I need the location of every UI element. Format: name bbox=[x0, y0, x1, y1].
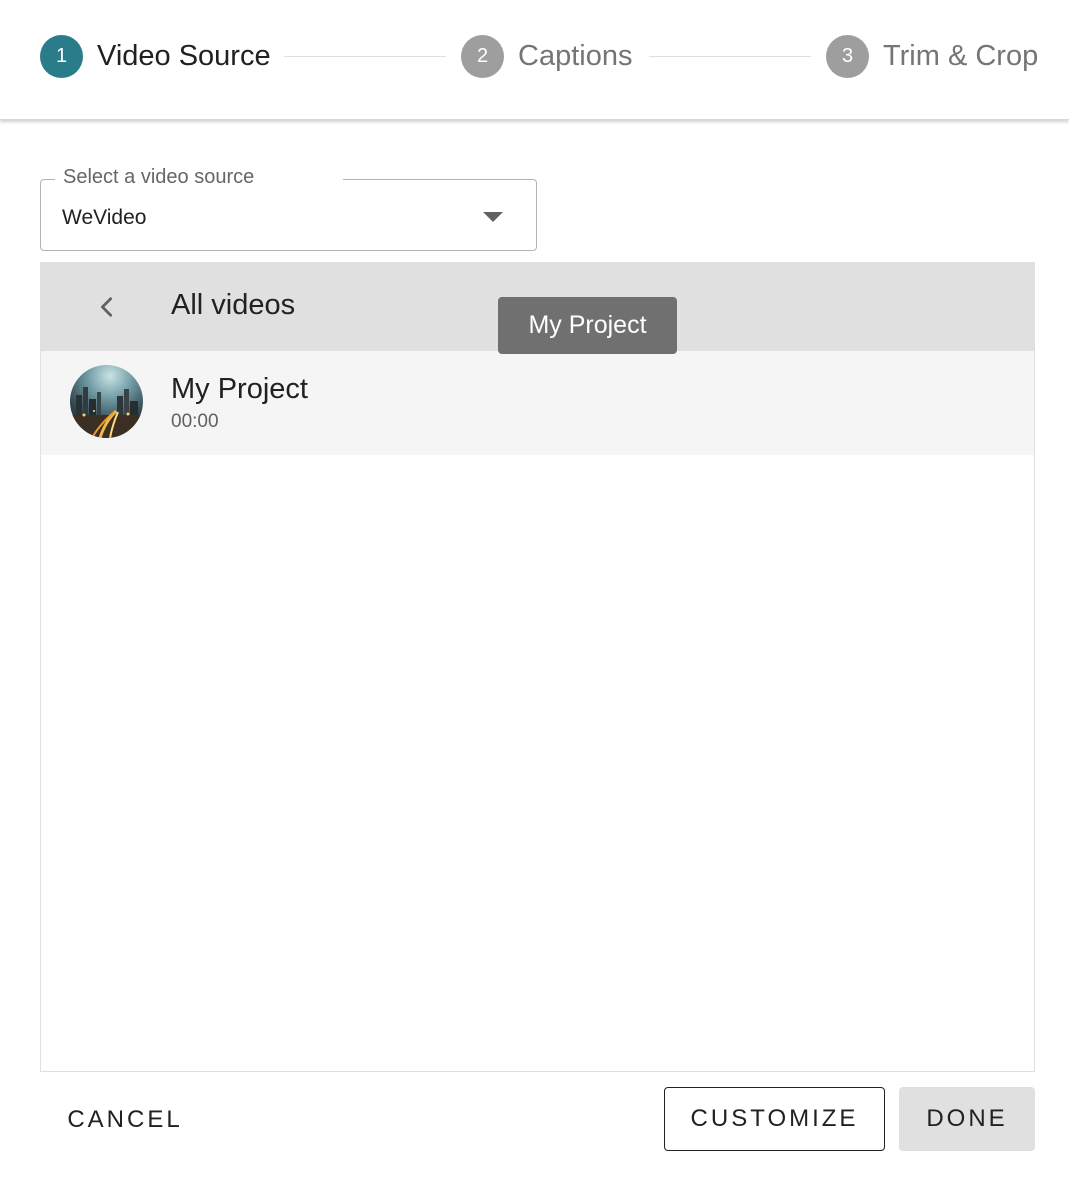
step-number-badge: 3 bbox=[826, 34, 869, 78]
customize-button[interactable]: CUSTOMIZE bbox=[664, 1087, 885, 1151]
chevron-left-icon bbox=[101, 297, 113, 317]
step-label: Video Source bbox=[97, 39, 271, 72]
stepper: 1 Video Source 2 Captions 3 Trim & Crop bbox=[0, 0, 1069, 120]
tooltip: My Project bbox=[498, 297, 677, 354]
step-number-badge: 2 bbox=[461, 34, 504, 78]
video-title: My Project bbox=[171, 373, 308, 405]
select-label: Select a video source bbox=[55, 166, 343, 189]
done-button[interactable]: DONE bbox=[899, 1087, 1035, 1151]
dropdown-arrow-icon bbox=[483, 212, 503, 222]
step-number-badge: 1 bbox=[40, 34, 83, 78]
step-video-source[interactable]: 1 Video Source bbox=[40, 34, 271, 78]
step-connector bbox=[649, 56, 811, 57]
back-button[interactable] bbox=[85, 285, 129, 329]
step-label: Captions bbox=[518, 39, 633, 72]
step-captions[interactable]: 2 Captions bbox=[461, 34, 632, 78]
video-source-select[interactable]: Select a video source WeVideo bbox=[40, 166, 537, 251]
step-label: Trim & Crop bbox=[883, 39, 1039, 72]
step-trim-crop[interactable]: 3 Trim & Crop bbox=[826, 34, 1038, 78]
video-browser-panel: All videos My Project 00:00 bbox=[40, 262, 1035, 1072]
video-thumbnail bbox=[70, 365, 143, 438]
select-value: WeVideo bbox=[62, 206, 147, 229]
step-connector bbox=[284, 56, 446, 57]
video-duration: 00:00 bbox=[171, 411, 219, 432]
panel-title: All videos bbox=[171, 289, 296, 321]
video-list-item[interactable]: My Project 00:00 bbox=[41, 351, 1034, 455]
cancel-button[interactable]: CANCEL bbox=[50, 1088, 200, 1152]
